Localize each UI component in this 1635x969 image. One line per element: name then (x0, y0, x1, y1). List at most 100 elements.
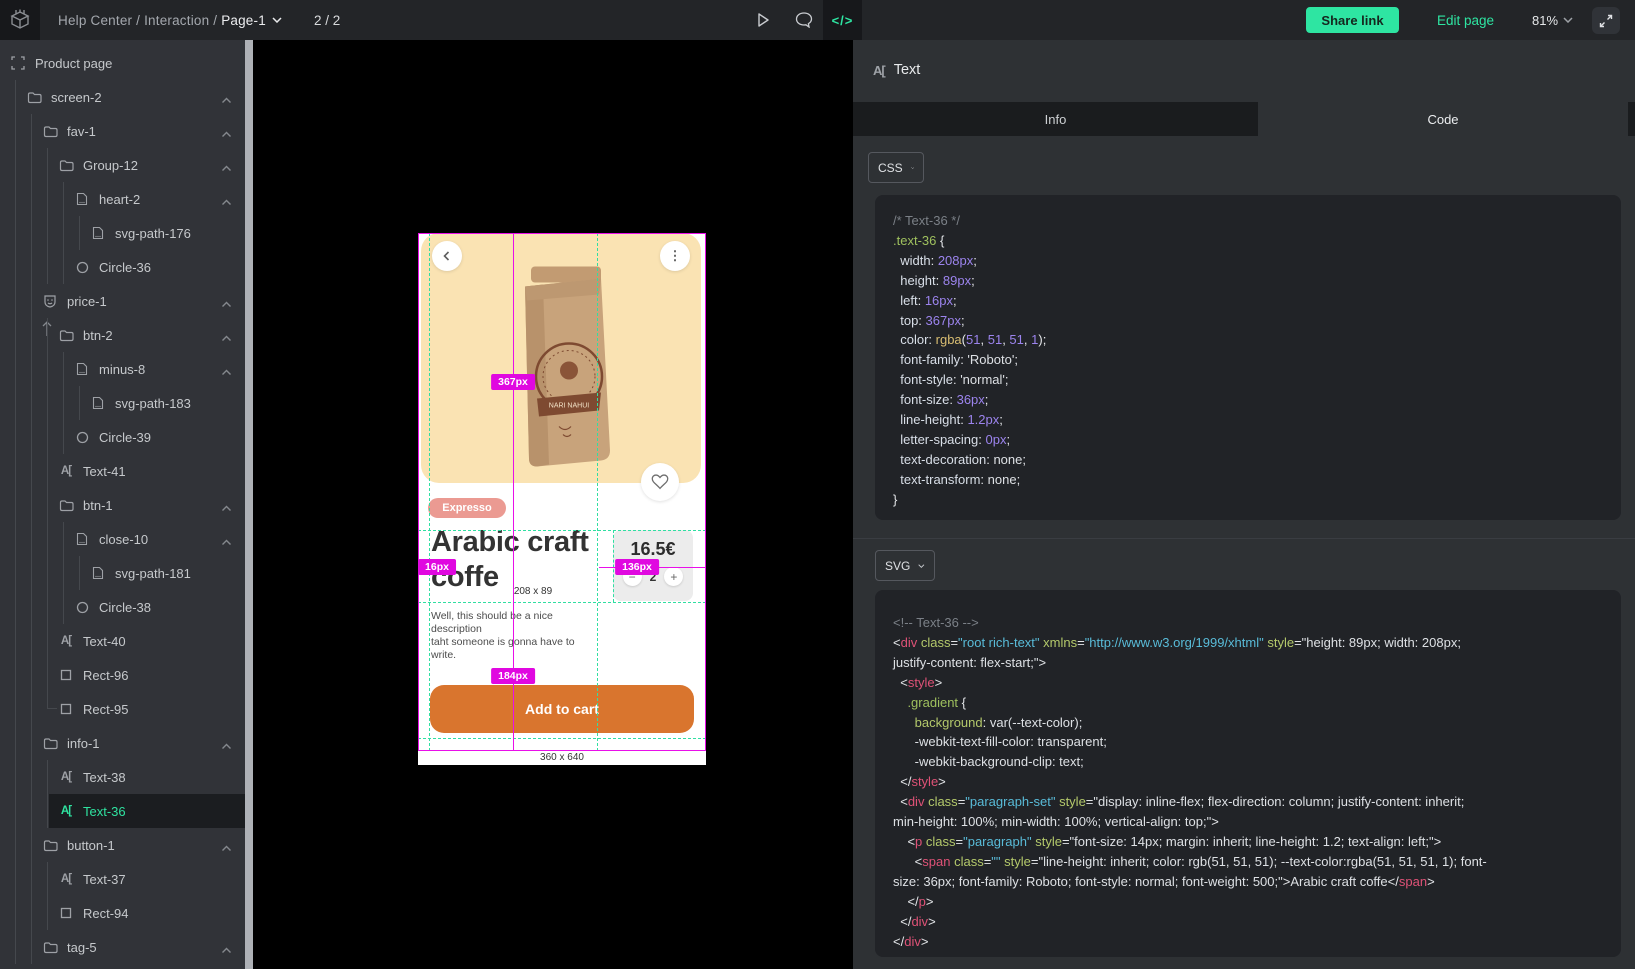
price-panel[interactable]: 16.5€ − 2 + (613, 530, 693, 601)
text-layer-icon: A[ (58, 769, 74, 785)
edit-page-link[interactable]: Edit page (1437, 0, 1494, 40)
chevron-up-icon[interactable] (221, 296, 232, 311)
layer-row-Rect-96[interactable]: Rect-96 (0, 658, 245, 692)
zoom-control[interactable]: 81% (1532, 0, 1573, 40)
tree-guide-line (31, 556, 32, 590)
chevron-up-icon[interactable] (221, 160, 232, 175)
code-panel-toggle[interactable]: </> (823, 0, 862, 40)
layer-row-Text-37[interactable]: A[Text-37 (0, 862, 245, 896)
layer-row-Text-40[interactable]: A[Text-40 (0, 624, 245, 658)
layer-row-Rect-95[interactable]: Rect-95 (0, 692, 245, 726)
tree-guide-line (15, 114, 16, 148)
tree-guide-line (31, 896, 32, 930)
increase-quantity-button[interactable]: + (664, 567, 683, 586)
tab-code[interactable]: Code (1258, 102, 1628, 136)
tree-guide-line (15, 760, 16, 794)
screen-size-label: 360 x 640 (418, 752, 706, 763)
app-logo[interactable] (0, 0, 40, 40)
code-line: size: 36px; font-family: Roboto; font-st… (893, 872, 1603, 892)
layer-row-Text-36[interactable]: A[Text-36 (0, 794, 245, 828)
code-line: <style> (893, 673, 1603, 693)
layer-row-heart-2[interactable]: heart-2 (0, 182, 245, 216)
comment-button[interactable] (785, 0, 823, 40)
svg-code-block[interactable]: <!-- Text-36 --><div class="root rich-te… (875, 590, 1621, 957)
layer-row-minus-8[interactable]: minus-8 (0, 352, 245, 386)
tree-elbow-connector (47, 692, 57, 709)
kebab-menu-icon: ⋮ (669, 248, 682, 264)
text-layer-icon: A[ (58, 803, 74, 819)
chevron-up-icon[interactable] (221, 364, 232, 379)
layer-row-svg-path-176[interactable]: svg-path-176 (0, 216, 245, 250)
back-button[interactable] (432, 241, 462, 271)
more-options-button[interactable]: ⋮ (660, 241, 690, 271)
tree-guide-line (31, 148, 32, 182)
layer-row-Circle-36[interactable]: Circle-36 (0, 250, 245, 284)
tree-guide-line (31, 352, 32, 386)
tree-guide-line (31, 454, 32, 488)
decrease-quantity-button[interactable]: − (623, 567, 642, 586)
chevron-up-icon[interactable] (221, 534, 232, 549)
play-icon (755, 12, 771, 28)
tree-guide-line (31, 420, 32, 454)
layer-label: Text-40 (83, 634, 126, 649)
code-icon: </> (832, 13, 854, 28)
layer-row-tag-5[interactable]: tag-5 (0, 930, 245, 964)
layer-row-Rect-94[interactable]: Rect-94 (0, 896, 245, 930)
layer-row-Text-41[interactable]: A[Text-41 (0, 454, 245, 488)
add-to-cart-button[interactable]: Add to cart (430, 685, 694, 733)
code-line: <!-- Text-36 --> (893, 613, 1603, 633)
tree-guide-line (31, 386, 32, 420)
layer-row-Text-38[interactable]: A[Text-38 (0, 760, 245, 794)
layer-row-btn-2[interactable]: btn-2 (0, 318, 245, 352)
tree-guide-line (31, 760, 32, 794)
layer-row-svg-path-181[interactable]: svg-path-181 (0, 556, 245, 590)
layer-row-btn-1[interactable]: btn-1 (0, 488, 245, 522)
tree-guide-line (15, 692, 16, 726)
chevron-up-icon[interactable] (221, 330, 232, 345)
layer-row-screen-2[interactable]: screen-2 (0, 80, 245, 114)
fullscreen-button[interactable] (1592, 7, 1620, 34)
chevron-up-icon[interactable] (221, 942, 232, 957)
code-line: justify-content: flex-start;"> (893, 653, 1603, 673)
product-title[interactable]: Arabic craft coffe (431, 525, 609, 595)
folder-layer-icon (58, 497, 74, 513)
layer-label: Circle-36 (99, 260, 151, 275)
tree-guide-line (15, 250, 16, 284)
tab-info[interactable]: Info (853, 102, 1258, 136)
css-code-block[interactable]: /* Text-36 */.text-36 { width: 208px; he… (875, 195, 1621, 520)
chevron-up-icon[interactable] (221, 92, 232, 107)
layer-row-button-1[interactable]: button-1 (0, 828, 245, 862)
layer-row-info-1[interactable]: info-1 (0, 726, 245, 760)
layer-row-svg-path-183[interactable]: svg-path-183 (0, 386, 245, 420)
layer-row-price-1[interactable]: price-1 (0, 284, 245, 318)
chevron-up-icon[interactable] (221, 126, 232, 141)
price-value: 16.5€ (613, 539, 693, 560)
screen-frame[interactable]: NARI NAHUI ⋮ Expresso Arabic craft coffe… (418, 233, 706, 765)
breadcrumb[interactable]: Help Center / Interaction / Page-1 (58, 0, 282, 40)
layer-row-Group-12[interactable]: Group-12 (0, 148, 245, 182)
favorite-button[interactable] (641, 463, 679, 501)
layer-row-close-10[interactable]: close-10 (0, 522, 245, 556)
chevron-up-icon[interactable] (221, 738, 232, 753)
play-button[interactable] (744, 0, 782, 40)
svg-format-dropdown[interactable]: SVG (875, 550, 935, 581)
text-layer-icon: A[ (58, 463, 74, 479)
product-image-area[interactable]: NARI NAHUI (421, 233, 701, 483)
layer-row-Product page[interactable]: Product page (0, 46, 245, 80)
layer-tree: Product page screen-2fav-1Group-12heart-2… (0, 40, 245, 964)
layer-row-fav-1[interactable]: fav-1 (0, 114, 245, 148)
inspector-panel: A[ Text Info Code CSS /* Text-36 */.text… (853, 40, 1635, 969)
tree-guide-line (63, 352, 64, 386)
layer-row-Circle-39[interactable]: Circle-39 (0, 420, 245, 454)
share-link-button[interactable]: Share link (1306, 7, 1399, 33)
layer-label: Product page (35, 56, 112, 71)
chevron-up-icon[interactable] (221, 840, 232, 855)
css-format-dropdown[interactable]: CSS (868, 152, 924, 183)
sidebar-scrollbar[interactable] (245, 40, 253, 969)
layer-row-Circle-38[interactable]: Circle-38 (0, 590, 245, 624)
category-tag[interactable]: Expresso (428, 498, 506, 518)
chevron-up-icon[interactable] (221, 500, 232, 515)
design-canvas[interactable]: NARI NAHUI ⋮ Expresso Arabic craft coffe… (253, 40, 853, 969)
layer-label: svg-path-183 (115, 396, 191, 411)
chevron-up-icon[interactable] (221, 194, 232, 209)
